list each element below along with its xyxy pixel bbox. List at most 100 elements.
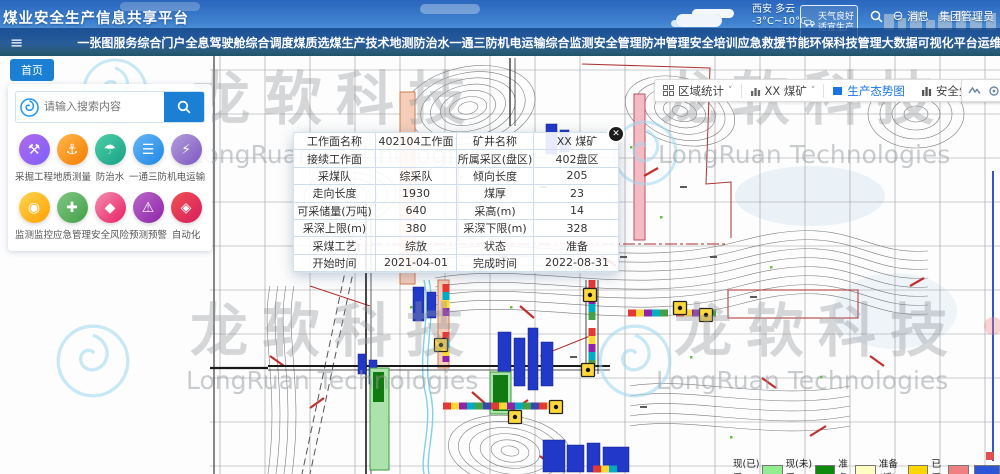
- popup-label: 状态: [457, 237, 534, 254]
- app-water-control[interactable]: ☂防治水: [91, 134, 129, 183]
- nav-item-platform-ops[interactable]: 平台运维: [954, 34, 1000, 51]
- nav-item-monitoring[interactable]: 综合监测: [546, 34, 594, 51]
- popup-label: 倾向长度: [457, 168, 534, 185]
- search-icon: [177, 100, 191, 114]
- mine-selector-dropdown[interactable]: XX 煤矿˅: [742, 83, 824, 99]
- app-prediction-warning[interactable]: ⚠预测预警: [129, 192, 167, 241]
- popup-value: [376, 150, 457, 167]
- search-icon[interactable]: [870, 10, 883, 23]
- chevron-down-icon: ˅: [728, 86, 733, 96]
- bar-chart-icon: [750, 85, 761, 96]
- app-monitoring[interactable]: ◉监测监控: [15, 192, 53, 241]
- popup-label: 采煤队: [294, 168, 376, 185]
- legend-swatch: [855, 465, 876, 474]
- nav-item-geology-water[interactable]: 地测防治水: [390, 34, 450, 51]
- popup-label: 采深上限(m): [294, 220, 376, 237]
- message-icon: ⊖: [893, 9, 904, 24]
- close-icon[interactable]: ✕: [607, 125, 625, 143]
- legend-label: 准备: [838, 456, 853, 474]
- popup-value: 2022-08-31: [534, 255, 620, 272]
- app-mining-engineering[interactable]: ⚒采掘工程: [15, 134, 53, 183]
- cloud-icon: [676, 14, 722, 27]
- app-automation[interactable]: ◈自动化: [167, 192, 205, 241]
- nav-item-safety-mgmt[interactable]: 安全管理: [594, 34, 642, 51]
- locate-icon[interactable]: [988, 85, 1000, 97]
- bar-chart-icon: [921, 85, 932, 96]
- legend-swatch: [974, 465, 1000, 474]
- main-nav: ≡ 一张图服务 综合门户 全息驾驶舱 综合调度 煤质选煤 生产技术 地测防治水 …: [0, 28, 1000, 56]
- mining-pick-icon: ⚒: [19, 134, 50, 165]
- nav-item-map-service[interactable]: 一张图服务: [77, 34, 137, 51]
- popup-value: 综放: [376, 237, 457, 254]
- gem-icon: ◆: [95, 192, 126, 223]
- grid-icon: [663, 85, 674, 96]
- app-ventilation[interactable]: ☰一通三防: [129, 134, 167, 183]
- popup-label: 走向长度: [294, 185, 376, 202]
- nav-item-energy-env[interactable]: 节能环保: [786, 34, 834, 51]
- app-electromechanical[interactable]: ⚡机电运输: [167, 134, 205, 183]
- plug-icon: ⚡: [171, 134, 202, 165]
- nav-item-bigdata-viz[interactable]: 大数据可视化: [882, 34, 954, 51]
- nav-item-ventilation[interactable]: 一通三防: [450, 34, 498, 51]
- sliders-icon: ☰: [133, 134, 164, 165]
- legend-label: 现(已)采: [733, 456, 760, 474]
- nav-item-burst-prevention[interactable]: 防冲管理: [642, 34, 690, 51]
- app-geological-survey[interactable]: ⚓地质测量: [53, 134, 91, 183]
- popup-label: 开始时间: [294, 255, 376, 272]
- app-safety-risk[interactable]: ◆安全风险: [91, 192, 129, 241]
- cloud-icon: [420, 4, 480, 14]
- tab-home[interactable]: 首页: [10, 59, 54, 81]
- map-toolbar: 区域统计˅ XX 煤矿˅ 生产态势图 安全生产态势图˅ 工具˅: [654, 79, 1000, 102]
- warning-icon: ⚠: [133, 192, 164, 223]
- popup-value: 402盘区: [534, 150, 620, 167]
- production-situation-button[interactable]: 生产态势图: [824, 83, 913, 99]
- app-launcher-panel: ⚒采掘工程 ⚓地质测量 ☂防治水 ☰一通三防 ⚡机电运输 ◉监测监控 ✚应急管理…: [8, 84, 212, 251]
- popup-label: 矿井名称: [457, 133, 534, 150]
- umbrella-icon: ☂: [95, 134, 126, 165]
- search-button[interactable]: [164, 92, 204, 122]
- legend-swatch: [948, 465, 969, 474]
- popup-label: 可采储量(万吨): [294, 203, 376, 220]
- chart-icon: ◉: [19, 192, 50, 223]
- legend-swatch: [908, 465, 928, 474]
- popup-value: 综采队: [376, 168, 457, 185]
- layers-icon[interactable]: [968, 85, 981, 97]
- map-legend: 现(已)采 现(未)采 准备 准备(缓) 已采: [733, 456, 1000, 474]
- anchor-icon: ⚓: [57, 134, 88, 165]
- nav-item-coal-quality[interactable]: 煤质选煤: [293, 34, 341, 51]
- hamburger-menu-icon[interactable]: ≡: [0, 33, 37, 52]
- nav-item-tech-mgmt[interactable]: 科技管理: [834, 34, 882, 51]
- nav-item-electromechanical[interactable]: 机电运输: [498, 34, 546, 51]
- nav-item-dispatch[interactable]: 综合调度: [245, 34, 293, 51]
- legend-label: 已采: [931, 456, 946, 474]
- popup-value: 2021-04-01: [376, 255, 457, 272]
- app-emergency-mgmt[interactable]: ✚应急管理: [53, 192, 91, 241]
- popup-value: 328: [534, 220, 620, 237]
- popup-label: 采高(m): [457, 203, 534, 220]
- chevron-down-icon: ˅: [811, 86, 816, 96]
- nav-item-production-tech[interactable]: 生产技术: [341, 34, 389, 51]
- popup-value: 23: [534, 185, 620, 202]
- legend-swatch: [815, 465, 835, 474]
- user-menu[interactable]: 集团管理员: [939, 8, 994, 24]
- popup-value: 1930: [376, 185, 457, 202]
- search-input[interactable]: [42, 94, 164, 120]
- popup-value: 640: [376, 203, 457, 220]
- popup-label: 煤厚: [457, 185, 534, 202]
- legend-label: 现(未)采: [786, 456, 813, 474]
- longruan-logo-icon: [20, 98, 39, 117]
- app-window: 龙软科技 LongRuan Technologies 龙软科技 LongRuan…: [0, 0, 1000, 474]
- map-view-controls: [961, 79, 1000, 102]
- nav-item-emergency-rescue[interactable]: 应急救援: [738, 34, 786, 51]
- popup-label: 工作面名称: [294, 133, 376, 150]
- messages-button[interactable]: ⊖ 消息: [893, 8, 929, 24]
- region-stats-dropdown[interactable]: 区域统计˅: [655, 83, 741, 99]
- nav-item-safety-training[interactable]: 安全培训: [690, 34, 738, 51]
- popup-value: 205: [534, 168, 620, 185]
- popup-label: 所属采区(盘区): [457, 150, 534, 167]
- nav-item-cockpit[interactable]: 全息驾驶舱: [185, 34, 245, 51]
- nav-item-portal[interactable]: 综合门户: [137, 34, 185, 51]
- popup-value: 14: [534, 203, 620, 220]
- legend-swatch: [762, 465, 782, 474]
- legend-label: 准备(缓): [879, 456, 906, 474]
